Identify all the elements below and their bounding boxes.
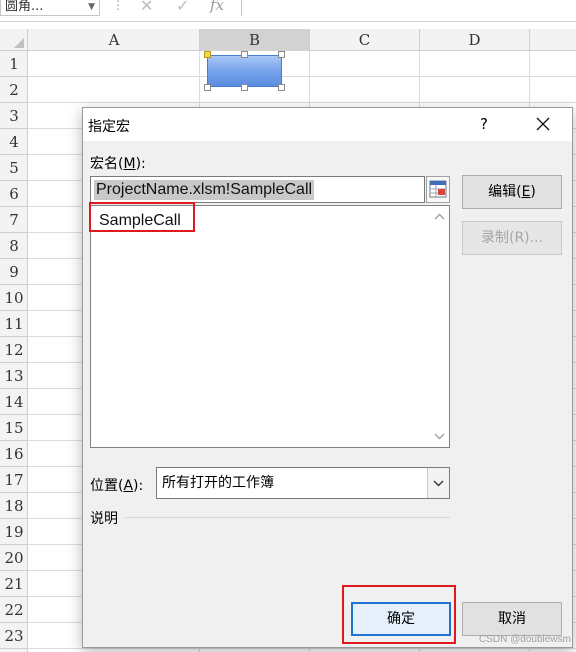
macro-list[interactable]: SampleCall bbox=[90, 205, 450, 448]
row-header[interactable]: 19 bbox=[0, 519, 28, 545]
shape-adjust-handle[interactable] bbox=[204, 51, 211, 58]
row-header[interactable]: 18 bbox=[0, 493, 28, 519]
row-header[interactable]: 5 bbox=[0, 155, 28, 181]
row-header[interactable]: 20 bbox=[0, 545, 28, 571]
column-header-b[interactable]: B bbox=[200, 29, 310, 51]
location-select[interactable]: 所有打开的工作簿 bbox=[156, 467, 450, 499]
chevron-down-icon bbox=[433, 480, 444, 487]
row-header[interactable]: 8 bbox=[0, 233, 28, 259]
location-value: 所有打开的工作簿 bbox=[162, 475, 274, 491]
row-header[interactable]: 7 bbox=[0, 207, 28, 233]
macro-browse-button[interactable] bbox=[426, 176, 450, 203]
row-header[interactable]: 9 bbox=[0, 259, 28, 285]
rounded-rectangle-shape[interactable] bbox=[207, 55, 282, 87]
close-icon bbox=[536, 117, 550, 131]
dialog-title-bar[interactable]: 指定宏 ? bbox=[83, 108, 572, 141]
macro-name-input[interactable]: ProjectName.xlsm!SampleCall bbox=[90, 176, 425, 203]
enter-formula-icon[interactable]: ✓ bbox=[176, 0, 189, 15]
macro-name-label-accelerator: M bbox=[123, 156, 136, 172]
edit-button-suffix: ) bbox=[530, 184, 536, 200]
column-header-a[interactable]: A bbox=[29, 29, 200, 51]
row-header[interactable]: 6 bbox=[0, 181, 28, 207]
macro-name-label: 宏名(M): bbox=[90, 153, 146, 173]
row-header[interactable]: 11 bbox=[0, 311, 28, 337]
location-dropdown-arrow[interactable] bbox=[427, 468, 449, 498]
location-label-text: 位置( bbox=[90, 478, 124, 494]
row-header[interactable]: 12 bbox=[0, 337, 28, 363]
dialog-title: 指定宏 bbox=[88, 119, 130, 135]
name-box-value: 圆角... bbox=[5, 0, 44, 14]
list-item[interactable]: SampleCall bbox=[95, 209, 185, 233]
shape-resize-handle[interactable] bbox=[278, 51, 285, 58]
row-header[interactable]: 3 bbox=[0, 103, 28, 129]
edit-button-label: 编辑( bbox=[488, 184, 522, 200]
shape-resize-handle[interactable] bbox=[278, 84, 285, 91]
column-header-row: A B C D bbox=[0, 29, 576, 51]
location-label-suffix: ): bbox=[133, 478, 144, 494]
row-header[interactable]: 17 bbox=[0, 467, 28, 493]
chevron-down-icon[interactable]: ▼ bbox=[88, 1, 95, 14]
record-button[interactable]: 录制(R)... bbox=[462, 221, 562, 255]
shape-resize-handle[interactable] bbox=[241, 51, 248, 58]
scroll-up-icon[interactable] bbox=[434, 211, 445, 223]
row-header[interactable]: 22 bbox=[0, 597, 28, 623]
location-label: 位置(A): bbox=[90, 475, 143, 495]
description-divider bbox=[125, 517, 450, 518]
row-header[interactable]: 2 bbox=[0, 77, 28, 103]
ok-button[interactable]: 确定 bbox=[351, 602, 451, 636]
row-header[interactable]: 14 bbox=[0, 389, 28, 415]
cancel-button[interactable]: 取消 bbox=[462, 602, 562, 636]
insert-function-icon[interactable]: fx bbox=[210, 0, 224, 14]
select-all-corner[interactable] bbox=[0, 29, 28, 51]
select-all-icon bbox=[14, 38, 24, 48]
formula-bar-separator: ⋮ bbox=[112, 0, 124, 12]
formula-input[interactable] bbox=[241, 0, 576, 16]
edit-button[interactable]: 编辑(E) bbox=[462, 175, 562, 209]
macro-name-label-text: 宏名( bbox=[90, 156, 124, 172]
scroll-down-icon[interactable] bbox=[434, 430, 445, 442]
shape-resize-handle[interactable] bbox=[204, 84, 211, 91]
row-header[interactable]: 21 bbox=[0, 571, 28, 597]
close-button[interactable] bbox=[530, 112, 556, 136]
row-header[interactable]: 10 bbox=[0, 285, 28, 311]
column-header-d[interactable]: D bbox=[420, 29, 530, 51]
help-button[interactable]: ? bbox=[471, 112, 497, 136]
macro-name-value: ProjectName.xlsm!SampleCall bbox=[94, 180, 315, 200]
formula-bar: 圆角... ▼ ⋮ ✕ ✓ fx bbox=[0, 0, 576, 22]
row-header[interactable]: 13 bbox=[0, 363, 28, 389]
row-header-column: 1 2 3 4 5 6 7 8 9 10 11 12 13 14 15 16 1… bbox=[0, 51, 28, 652]
watermark: CSDN @doublewsm bbox=[479, 634, 571, 645]
location-label-accelerator: A bbox=[123, 478, 134, 494]
name-box[interactable]: 圆角... ▼ bbox=[0, 0, 100, 16]
collapse-dialog-icon bbox=[429, 180, 447, 198]
row-header[interactable]: 16 bbox=[0, 441, 28, 467]
row-header[interactable]: 15 bbox=[0, 415, 28, 441]
shape-resize-handle[interactable] bbox=[241, 84, 248, 91]
macro-list-scrollbar[interactable] bbox=[430, 206, 449, 447]
cancel-formula-icon[interactable]: ✕ bbox=[140, 0, 153, 15]
macro-name-label-suffix: ): bbox=[135, 156, 146, 172]
row-header[interactable]: 1 bbox=[0, 51, 28, 77]
description-label: 说明 bbox=[90, 511, 118, 527]
row-header[interactable]: 4 bbox=[0, 129, 28, 155]
column-header-c[interactable]: C bbox=[310, 29, 420, 51]
row-header[interactable]: 23 bbox=[0, 623, 28, 649]
assign-macro-dialog: 指定宏 ? 宏名(M): ProjectName.xlsm!SampleCall… bbox=[82, 107, 573, 648]
